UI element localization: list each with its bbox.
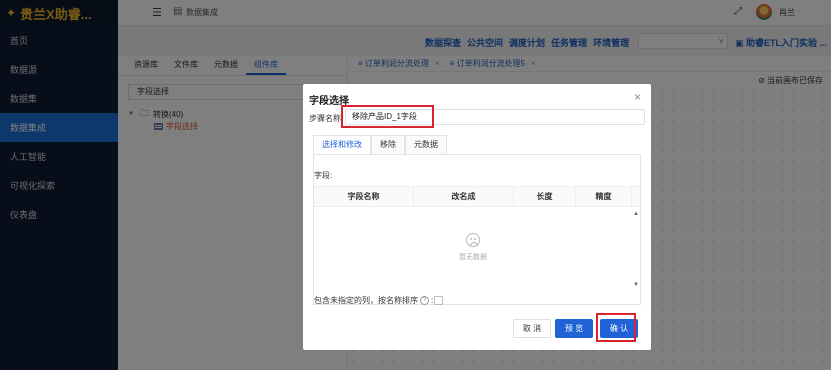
col-length: 长度	[514, 187, 576, 206]
fields-table: 字段名称 改名成 长度 精度 ▲ ▼ 暂无数据	[314, 186, 640, 289]
include-unspecified-row: 包含未指定的列，按名称排序 ? :	[314, 295, 444, 306]
help-icon[interactable]: ?	[420, 296, 429, 305]
tab-select-modify[interactable]: 选择和修改	[313, 135, 371, 154]
tab-metadata[interactable]: 元数据	[405, 135, 447, 154]
include-label: 包含未指定的列，按名称排序	[314, 296, 418, 305]
cancel-button[interactable]: 取 消	[513, 319, 551, 338]
empty-state: 暂无数据	[314, 233, 632, 262]
include-checkbox[interactable]	[434, 296, 444, 305]
field-select-dialog: 字段选择 × 步骤名称 移除产品ID_1字段 选择和修改 移除 元数据 字段: …	[303, 84, 651, 350]
close-icon[interactable]: ×	[634, 90, 641, 104]
table-header: 字段名称 改名成 长度 精度	[314, 187, 640, 207]
fields-label: 字段:	[314, 171, 333, 180]
step-name-label: 步骤名称	[309, 114, 341, 123]
scroll-down-icon[interactable]: ▼	[633, 282, 639, 288]
tab-remove[interactable]: 移除	[371, 135, 405, 154]
col-field-name: 字段名称	[314, 187, 414, 206]
dialog-tabs: 选择和修改 移除 元数据	[313, 135, 447, 154]
tab-panel: 字段: 字段名称 改名成 长度 精度 ▲ ▼ 暂无数据 包含未指定的列，按名称排…	[313, 154, 641, 305]
col-rename: 改名成	[414, 187, 514, 206]
empty-text: 暂无数据	[459, 254, 487, 261]
scroll-up-icon[interactable]: ▲	[633, 211, 639, 217]
highlight-box-confirm	[596, 313, 636, 342]
preview-button[interactable]: 预 览	[555, 319, 593, 338]
empty-face-icon	[466, 233, 480, 247]
table-scrollbar[interactable]: ▲ ▼	[632, 207, 640, 290]
highlight-box-step-name	[341, 105, 434, 128]
include-colon: :	[431, 296, 434, 305]
col-precision: 精度	[576, 187, 632, 206]
